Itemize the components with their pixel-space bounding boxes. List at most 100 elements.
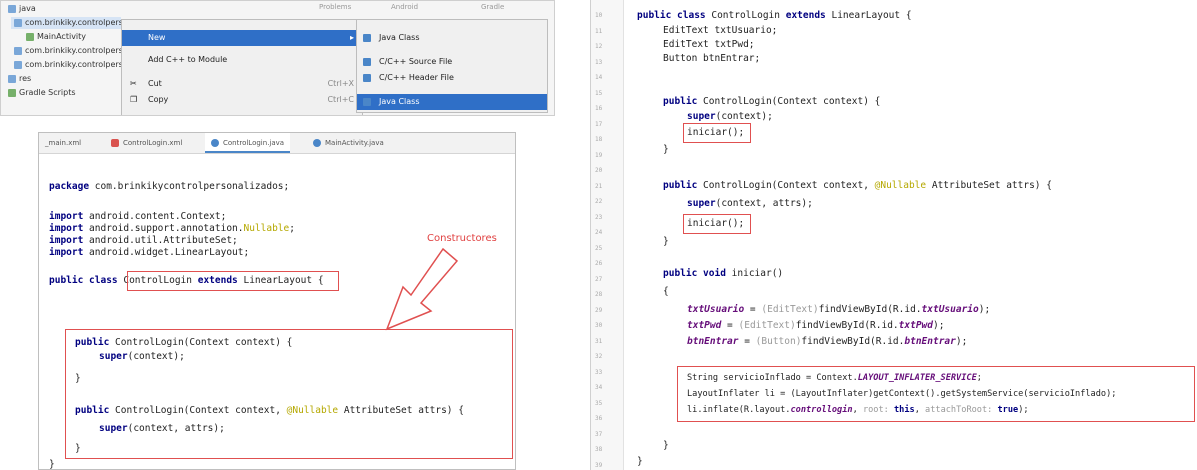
code-line[interactable]: import android.content.Context; — [49, 211, 226, 223]
header-tab[interactable]: Android — [391, 3, 418, 11]
line-number: 30 — [595, 322, 603, 329]
code-line[interactable]: Button btnEntrar; — [663, 53, 760, 65]
package-icon — [14, 60, 22, 69]
header-tab[interactable]: Gradle — [481, 3, 504, 11]
folder-icon — [8, 4, 16, 13]
code-line[interactable]: txtPwd = (EditText)findViewById(R.id.txt… — [687, 320, 944, 332]
line-number: 35 — [595, 399, 603, 407]
tree-item-java[interactable]: java — [5, 3, 36, 15]
menu-item-cut[interactable]: ✂ Cut Ctrl+X — [122, 76, 362, 92]
java-file-icon — [211, 139, 219, 147]
cpp-file-icon — [363, 58, 371, 66]
line-number: 26 — [595, 260, 603, 267]
inflater-highlight-box — [677, 366, 1195, 422]
tab-controllogin-java[interactable]: ControlLogin.java — [205, 133, 291, 153]
line-number: 28 — [595, 291, 603, 298]
java-class-icon — [363, 34, 371, 42]
code-line[interactable]: } — [663, 236, 669, 248]
constructors-highlight-box — [65, 329, 513, 459]
code-line[interactable]: btnEntrar = (Button)findViewById(R.id.bt… — [687, 336, 967, 348]
scissors-icon: ✂ — [130, 79, 137, 88]
code-line[interactable]: import android.util.AttributeSet; — [49, 235, 238, 247]
line-number: 25 — [595, 244, 603, 252]
constructors-annotation-label: Constructores — [427, 233, 497, 244]
code-line[interactable]: import android.widget.LinearLayout; — [49, 247, 249, 259]
menu-item-new[interactable]: New ▸ — [122, 30, 362, 46]
gradle-icon — [8, 88, 16, 97]
submenu-item-java-class[interactable]: Java Class — [357, 30, 547, 46]
line-number: 24 — [595, 229, 603, 236]
code-line[interactable]: } — [663, 144, 669, 156]
code-line[interactable]: public ControlLogin(Context context, @Nu… — [663, 180, 1052, 192]
header-file-icon — [363, 74, 371, 82]
package-icon — [14, 46, 22, 55]
tree-item-gradle[interactable]: Gradle Scripts — [5, 87, 76, 99]
code-line-iniciar-decl[interactable]: public void iniciar() — [663, 268, 783, 280]
code-line[interactable]: public ControlLogin(Context context) { — [663, 96, 880, 108]
code-line[interactable]: } — [663, 440, 669, 452]
java-file-icon — [313, 139, 321, 147]
line-number: 37 — [595, 430, 603, 438]
package-icon — [14, 18, 22, 27]
tree-item-androidtest[interactable]: com.brinkiky.controlpersonalizado (andro… — [11, 45, 121, 57]
tab-controllogin-xml[interactable]: ControlLogin.xml — [105, 133, 188, 153]
copy-icon: ❐ — [130, 95, 138, 104]
line-number: 29 — [595, 306, 603, 314]
line-number: 20 — [595, 167, 603, 174]
line-number: 16 — [595, 105, 603, 112]
line-number: 34 — [595, 384, 603, 391]
code-line[interactable]: import android.support.annotation.Nullab… — [49, 223, 295, 235]
code-line[interactable]: txtUsuario = (EditText)findViewById(R.id… — [687, 304, 990, 316]
line-number: 39 — [595, 461, 603, 469]
line-number: 31 — [595, 337, 603, 345]
line-number: 36 — [595, 415, 603, 422]
line-number: 12 — [595, 43, 603, 50]
iniciar-call-highlight-box — [683, 123, 751, 143]
line-number: 33 — [595, 368, 603, 376]
line-number-gutter: 10 11 12 13 14 15 16 17 18 19 20 21 22 23 24 25 26 27 28 29… — [591, 0, 624, 470]
code-line[interactable]: { — [663, 286, 669, 298]
line-number: 38 — [595, 446, 603, 453]
submenu-item-java-class-highlighted[interactable]: Java Class — [357, 94, 547, 110]
code-editor-right: 10 11 12 13 14 15 16 17 18 19 20 21 22 23 24 25 26 27 28 29… — [590, 0, 1197, 470]
code-line[interactable]: } — [637, 456, 643, 468]
arrow-down-left-icon — [385, 247, 459, 331]
menu-item-copy[interactable]: ❐ Copy Ctrl+C — [122, 92, 362, 108]
line-number: 15 — [595, 89, 603, 97]
code-line[interactable]: EditText txtUsuario; — [663, 25, 777, 37]
tree-item-res[interactable]: res — [5, 73, 31, 85]
folder-icon — [8, 74, 16, 83]
xml-file-icon — [111, 139, 119, 147]
line-number: 27 — [595, 275, 603, 283]
code-line-class-decl[interactable]: public class ControlLogin extends Linear… — [637, 10, 912, 22]
menu-item-add-cpp[interactable]: Add C++ to Module — [122, 52, 362, 68]
context-menu: New ▸ Add C++ to Module ✂ Cut Ctrl+X ❐ C… — [121, 19, 363, 115]
context-menu-screenshot: java com.brinkiky.controlpersonalizado M… — [0, 0, 555, 116]
line-number: 10 — [595, 12, 603, 19]
code-line[interactable]: EditText txtPwd; — [663, 39, 755, 51]
class-icon — [26, 32, 34, 41]
line-number: 11 — [595, 27, 603, 35]
line-number: 21 — [595, 182, 603, 190]
iniciar-call-highlight-box — [683, 214, 751, 234]
line-number: 18 — [595, 136, 603, 143]
code-line[interactable]: super(context); — [687, 111, 773, 123]
code-line[interactable]: super(context, attrs); — [687, 198, 813, 210]
tree-item-test[interactable]: com.brinkiky.controlpersonalizado (test) — [11, 59, 121, 71]
java-class-icon — [363, 98, 371, 106]
line-number: 17 — [595, 120, 603, 128]
tree-item-mainactivity[interactable]: MainActivity — [23, 31, 86, 43]
tab-main-xml[interactable]: _main.xml — [39, 133, 87, 153]
line-number: 19 — [595, 151, 603, 159]
code-line[interactable]: } — [49, 459, 55, 469]
tree-item-package[interactable]: com.brinkiky.controlpersonalizado — [11, 17, 161, 29]
line-number: 13 — [595, 58, 603, 66]
submenu-item-cpp-header[interactable]: C/C++ Header File — [357, 70, 547, 86]
header-tab[interactable]: Problems — [319, 3, 351, 11]
project-tree: java com.brinkiky.controlpersonalizado M… — [1, 1, 161, 115]
new-submenu: Java Class C/C++ Source File C/C++ Heade… — [356, 19, 548, 113]
code-line[interactable]: package com.brinkikycontrolpersonalizado… — [49, 181, 289, 193]
tab-mainactivity-java[interactable]: MainActivity.java — [307, 133, 390, 153]
line-number: 23 — [595, 213, 603, 221]
submenu-item-cpp-source[interactable]: C/C++ Source File — [357, 54, 547, 70]
